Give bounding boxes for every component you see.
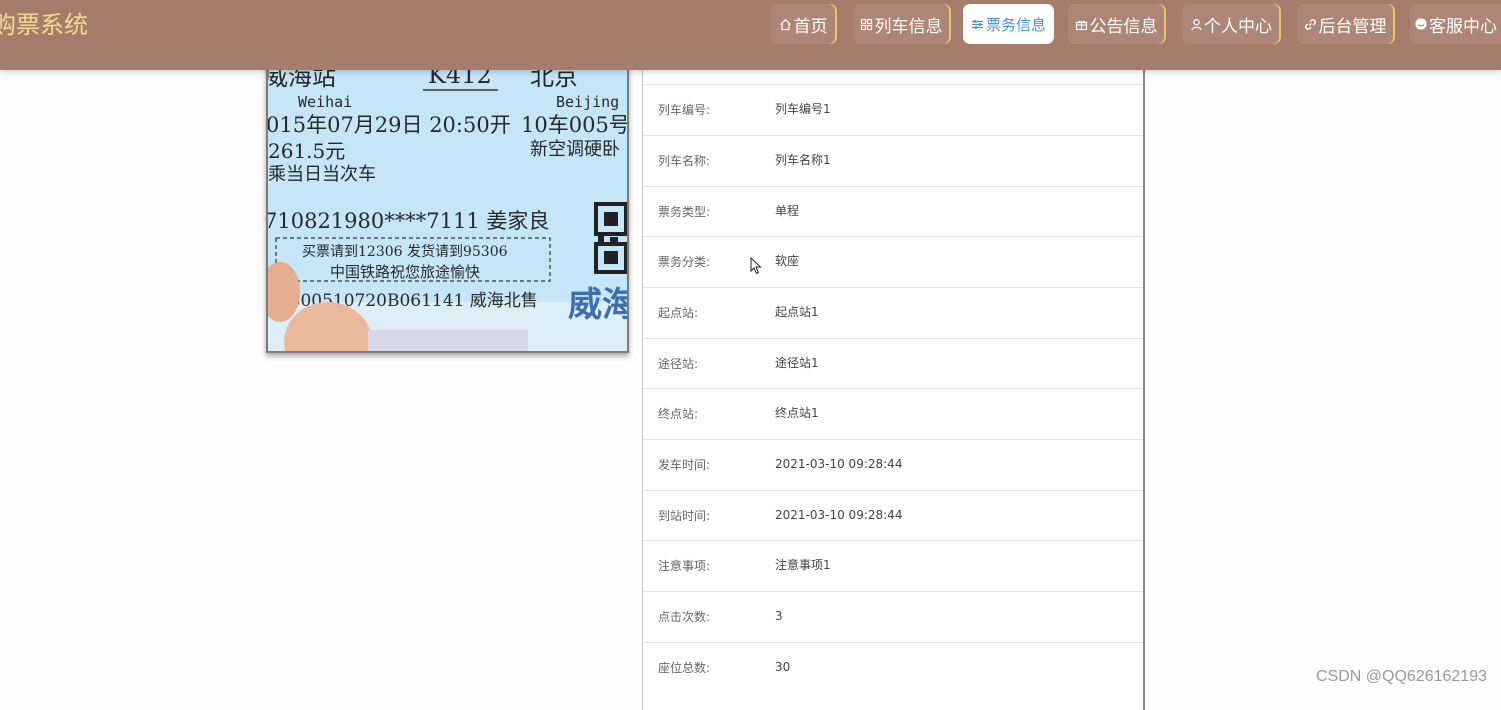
nav-home[interactable]: 首页 — [771, 4, 835, 44]
detail-row: 列车编号: 列车编号1 — [643, 84, 1143, 135]
nav-announcements[interactable]: 公告信息 — [1068, 4, 1164, 44]
nav-announcements-label: 公告信息 — [1089, 16, 1158, 37]
chat-icon — [1414, 17, 1428, 31]
detail-label: 途径站: — [658, 357, 699, 371]
detail-label: 座位总数: — [658, 661, 711, 675]
detail-label: 发车时间: — [658, 458, 711, 472]
detail-label: 到站时间: — [658, 509, 711, 523]
nav-home-label: 首页 — [793, 16, 828, 37]
detail-row: 列车名称: 列车名称1 — [643, 135, 1143, 186]
detail-value: 起点站1 — [775, 305, 819, 319]
detail-row: 注意事项: 注意事项1 — [643, 540, 1143, 591]
user-icon — [1189, 18, 1203, 31]
detail-label: 列车编号: — [658, 103, 711, 117]
detail-row: 票务类型: 单程 — [643, 186, 1143, 237]
watermark: CSDN @QQ626162193 — [1316, 668, 1487, 685]
detail-value: 列车编号1 — [775, 102, 831, 116]
ticket-notice1: 买票请到12306 发货请到95306 — [302, 243, 508, 260]
detail-label: 注意事项: — [658, 559, 711, 573]
detail-row: 终点站: 终点站1 — [643, 388, 1143, 439]
main-nav: 首页 列车信息 票务信息 公告信息 个人中心 后台管理 客服中心 — [0, 4, 1501, 44]
mouse-cursor-icon — [750, 256, 762, 279]
nav-support[interactable]: 客服中心 — [1410, 4, 1501, 44]
ticket-detail-panel: 列车编号: 列车编号1 列车名称: 列车名称1 票务类型: 单程 票务分类: 软座 起点… — [642, 50, 1145, 710]
detail-label: 列车名称: — [658, 154, 711, 168]
detail-value: 注意事项1 — [775, 558, 831, 572]
ticket-to-pinyin: Beijing — [556, 93, 619, 111]
detail-value: 列车名称1 — [775, 153, 831, 167]
detail-value: 3 — [775, 609, 783, 623]
ticket-passenger: 710821980****7111 姜家良 — [268, 209, 549, 233]
ticket-seat: 10车005号 — [521, 113, 629, 137]
detail-row: 座位总数: 30 — [643, 642, 1143, 693]
detail-row: 途径站: 途径站1 — [643, 338, 1143, 389]
ticket-datetime: 015年07月29日 20:50开 — [268, 113, 511, 137]
detail-row: 到站时间: 2021-03-10 09:28:44 — [643, 490, 1143, 541]
detail-label: 点击次数: — [658, 610, 711, 624]
top-navbar: 购票系统 首页 列车信息 票务信息 公告信息 个人中心 后台管理 客服中心 — [0, 0, 1501, 70]
detail-value: 途径站1 — [775, 356, 819, 370]
detail-value: 单程 — [775, 204, 800, 218]
nav-profile[interactable]: 个人中心 — [1182, 4, 1279, 44]
sliders-icon — [971, 18, 985, 31]
nav-trains-label: 列车信息 — [874, 16, 943, 37]
ticket-from-pinyin: Weihai — [298, 93, 352, 111]
home-icon — [779, 18, 793, 31]
ticket-notice2: 中国铁路祝您旅途愉快 — [330, 263, 480, 281]
detail-label: 起点站: — [658, 306, 699, 320]
ticket-seat-type: 新空调硬卧 — [530, 139, 620, 160]
detail-row: 票务分类: 软座 — [643, 236, 1143, 287]
ticket-photo: 威海站 K412 北京 Weihai Beijing 015年07月29日 20… — [266, 50, 629, 353]
detail-row: 发车时间: 2021-03-10 09:28:44 — [643, 439, 1143, 490]
detail-value: 2021-03-10 09:28:44 — [775, 457, 903, 471]
nav-tickets-label: 票务信息 — [985, 15, 1046, 34]
detail-value: 终点站1 — [775, 406, 819, 420]
detail-label: 票务分类: — [658, 255, 711, 269]
nav-support-label: 客服中心 — [1429, 16, 1497, 37]
detail-value: 2021-03-10 09:28:44 — [775, 508, 903, 522]
detail-value: 30 — [775, 660, 791, 674]
detail-label: 票务类型: — [658, 205, 711, 219]
nav-tickets[interactable]: 票务信息 — [963, 4, 1054, 44]
detail-row: 点击次数: 3 — [643, 591, 1143, 642]
nav-trains[interactable]: 列车信息 — [853, 4, 949, 44]
nav-admin-label: 后台管理 — [1318, 16, 1387, 37]
ticket-logo: 威海 — [568, 285, 629, 325]
nav-profile-label: 个人中心 — [1204, 16, 1272, 37]
detail-row: 起点站: 起点站1 — [643, 287, 1143, 338]
gift-icon — [1075, 18, 1089, 31]
ticket-price: 261.5元 — [268, 139, 345, 163]
nav-admin[interactable]: 后台管理 — [1297, 4, 1393, 44]
ticket-note: 乘当日当次车 — [268, 164, 376, 185]
detail-label: 终点站: — [658, 407, 699, 421]
detail-value: 软座 — [775, 254, 800, 268]
grid-icon — [860, 18, 874, 31]
link-icon — [1304, 18, 1318, 31]
